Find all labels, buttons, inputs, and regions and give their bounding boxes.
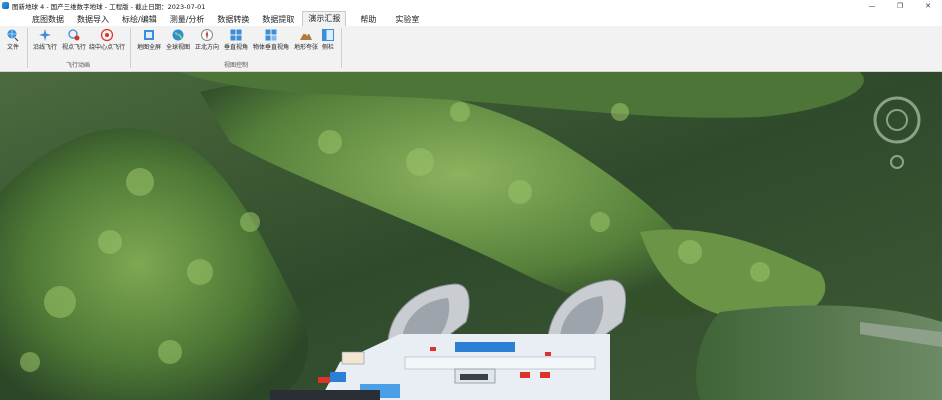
view-flight-button[interactable]: 视点飞行	[60, 27, 88, 55]
terrain-scene	[0, 72, 942, 400]
globe-view-label: 全球视图	[165, 44, 190, 51]
vertical-view-label: 垂直视角	[223, 44, 248, 51]
sidebar-button[interactable]: 侧栏	[319, 27, 337, 55]
tab-data-extraction[interactable]: 数据提取	[257, 13, 299, 26]
tab-plot-edit[interactable]: 标绘/编辑	[117, 13, 162, 26]
tab-basemap-data[interactable]: 底图数据	[27, 13, 69, 26]
ribbon-toolbar: 文件 沿线飞行 视点飞行 绕中心点飞行 飞行动画 地图全屏 全球视图 正北方向 …	[0, 26, 942, 72]
grid-view-icon	[229, 28, 243, 42]
viewpoint-flight-icon	[67, 28, 81, 42]
terrain-exaggeration-label: 地形夸张	[293, 44, 318, 51]
globe-icon	[171, 28, 185, 42]
file-label: 文件	[6, 44, 19, 51]
fullscreen-icon	[142, 28, 156, 42]
compass-icon	[200, 28, 214, 42]
right-lowland	[696, 305, 942, 400]
orbit-flight-label: 绕中心点飞行	[88, 44, 125, 51]
tab-help[interactable]: 帮助	[355, 13, 381, 26]
window-title: 图新地球 4 - 国产三维数字地球 - 工程版 - 截止日期：2023-07-0…	[12, 2, 206, 11]
object-grid-icon	[264, 28, 278, 42]
orbit-target-icon	[100, 28, 114, 42]
sidebar-panel-icon	[321, 28, 335, 42]
file-button[interactable]: 文件	[3, 27, 23, 55]
terrain-exaggeration-button[interactable]: 地形夸张	[292, 27, 320, 55]
map-fullscreen-button[interactable]: 地图全屏	[135, 27, 163, 55]
minimize-button[interactable]: —	[858, 0, 886, 11]
view-flight-label: 视点飞行	[61, 44, 86, 51]
globe-gear-icon	[6, 28, 20, 42]
group-label-view-control: 视图控制	[224, 62, 249, 69]
ribbon-separator	[27, 28, 28, 68]
menu-bar: 底图数据 数据导入 标绘/编辑 测量/分析 数据转换 数据提取 演示汇报 帮助 …	[0, 11, 942, 26]
mountain-icon	[299, 28, 313, 42]
object-vertical-view-label: 物体垂直视角	[252, 44, 289, 51]
tab-data-import[interactable]: 数据导入	[72, 13, 114, 26]
window-controls: — ❐ ✕	[858, 0, 942, 11]
globe-view-button[interactable]: 全球视图	[164, 27, 192, 55]
group-label-flight-animation: 飞行动画	[66, 62, 91, 69]
map-fullscreen-label: 地图全屏	[136, 44, 161, 51]
airplane-icon	[38, 28, 52, 42]
sidebar-label: 侧栏	[321, 44, 334, 51]
north-up-button[interactable]: 正北方向	[193, 27, 221, 55]
title-bar: 图新地球 4 - 国产三维数字地球 - 工程版 - 截止日期：2023-07-0…	[0, 0, 942, 11]
tab-data-conversion[interactable]: 数据转换	[212, 13, 254, 26]
tab-presentation[interactable]: 演示汇报	[302, 11, 347, 26]
map-3d-viewport[interactable]	[0, 72, 942, 400]
ribbon-separator	[130, 28, 131, 68]
ribbon-separator	[341, 28, 342, 68]
path-flight-button[interactable]: 沿线飞行	[31, 27, 59, 55]
maximize-button[interactable]: ❐	[886, 0, 914, 11]
tab-lab[interactable]: 实验室	[390, 13, 424, 26]
app-logo-icon	[2, 2, 9, 9]
vertical-view-button[interactable]: 垂直视角	[222, 27, 250, 55]
orbit-flight-button[interactable]: 绕中心点飞行	[88, 27, 126, 55]
tab-measure-analysis[interactable]: 测量/分析	[165, 13, 210, 26]
north-up-label: 正北方向	[194, 44, 219, 51]
object-vertical-view-button[interactable]: 物体垂直视角	[251, 27, 291, 55]
close-button[interactable]: ✕	[914, 0, 942, 11]
path-flight-label: 沿线飞行	[32, 44, 57, 51]
